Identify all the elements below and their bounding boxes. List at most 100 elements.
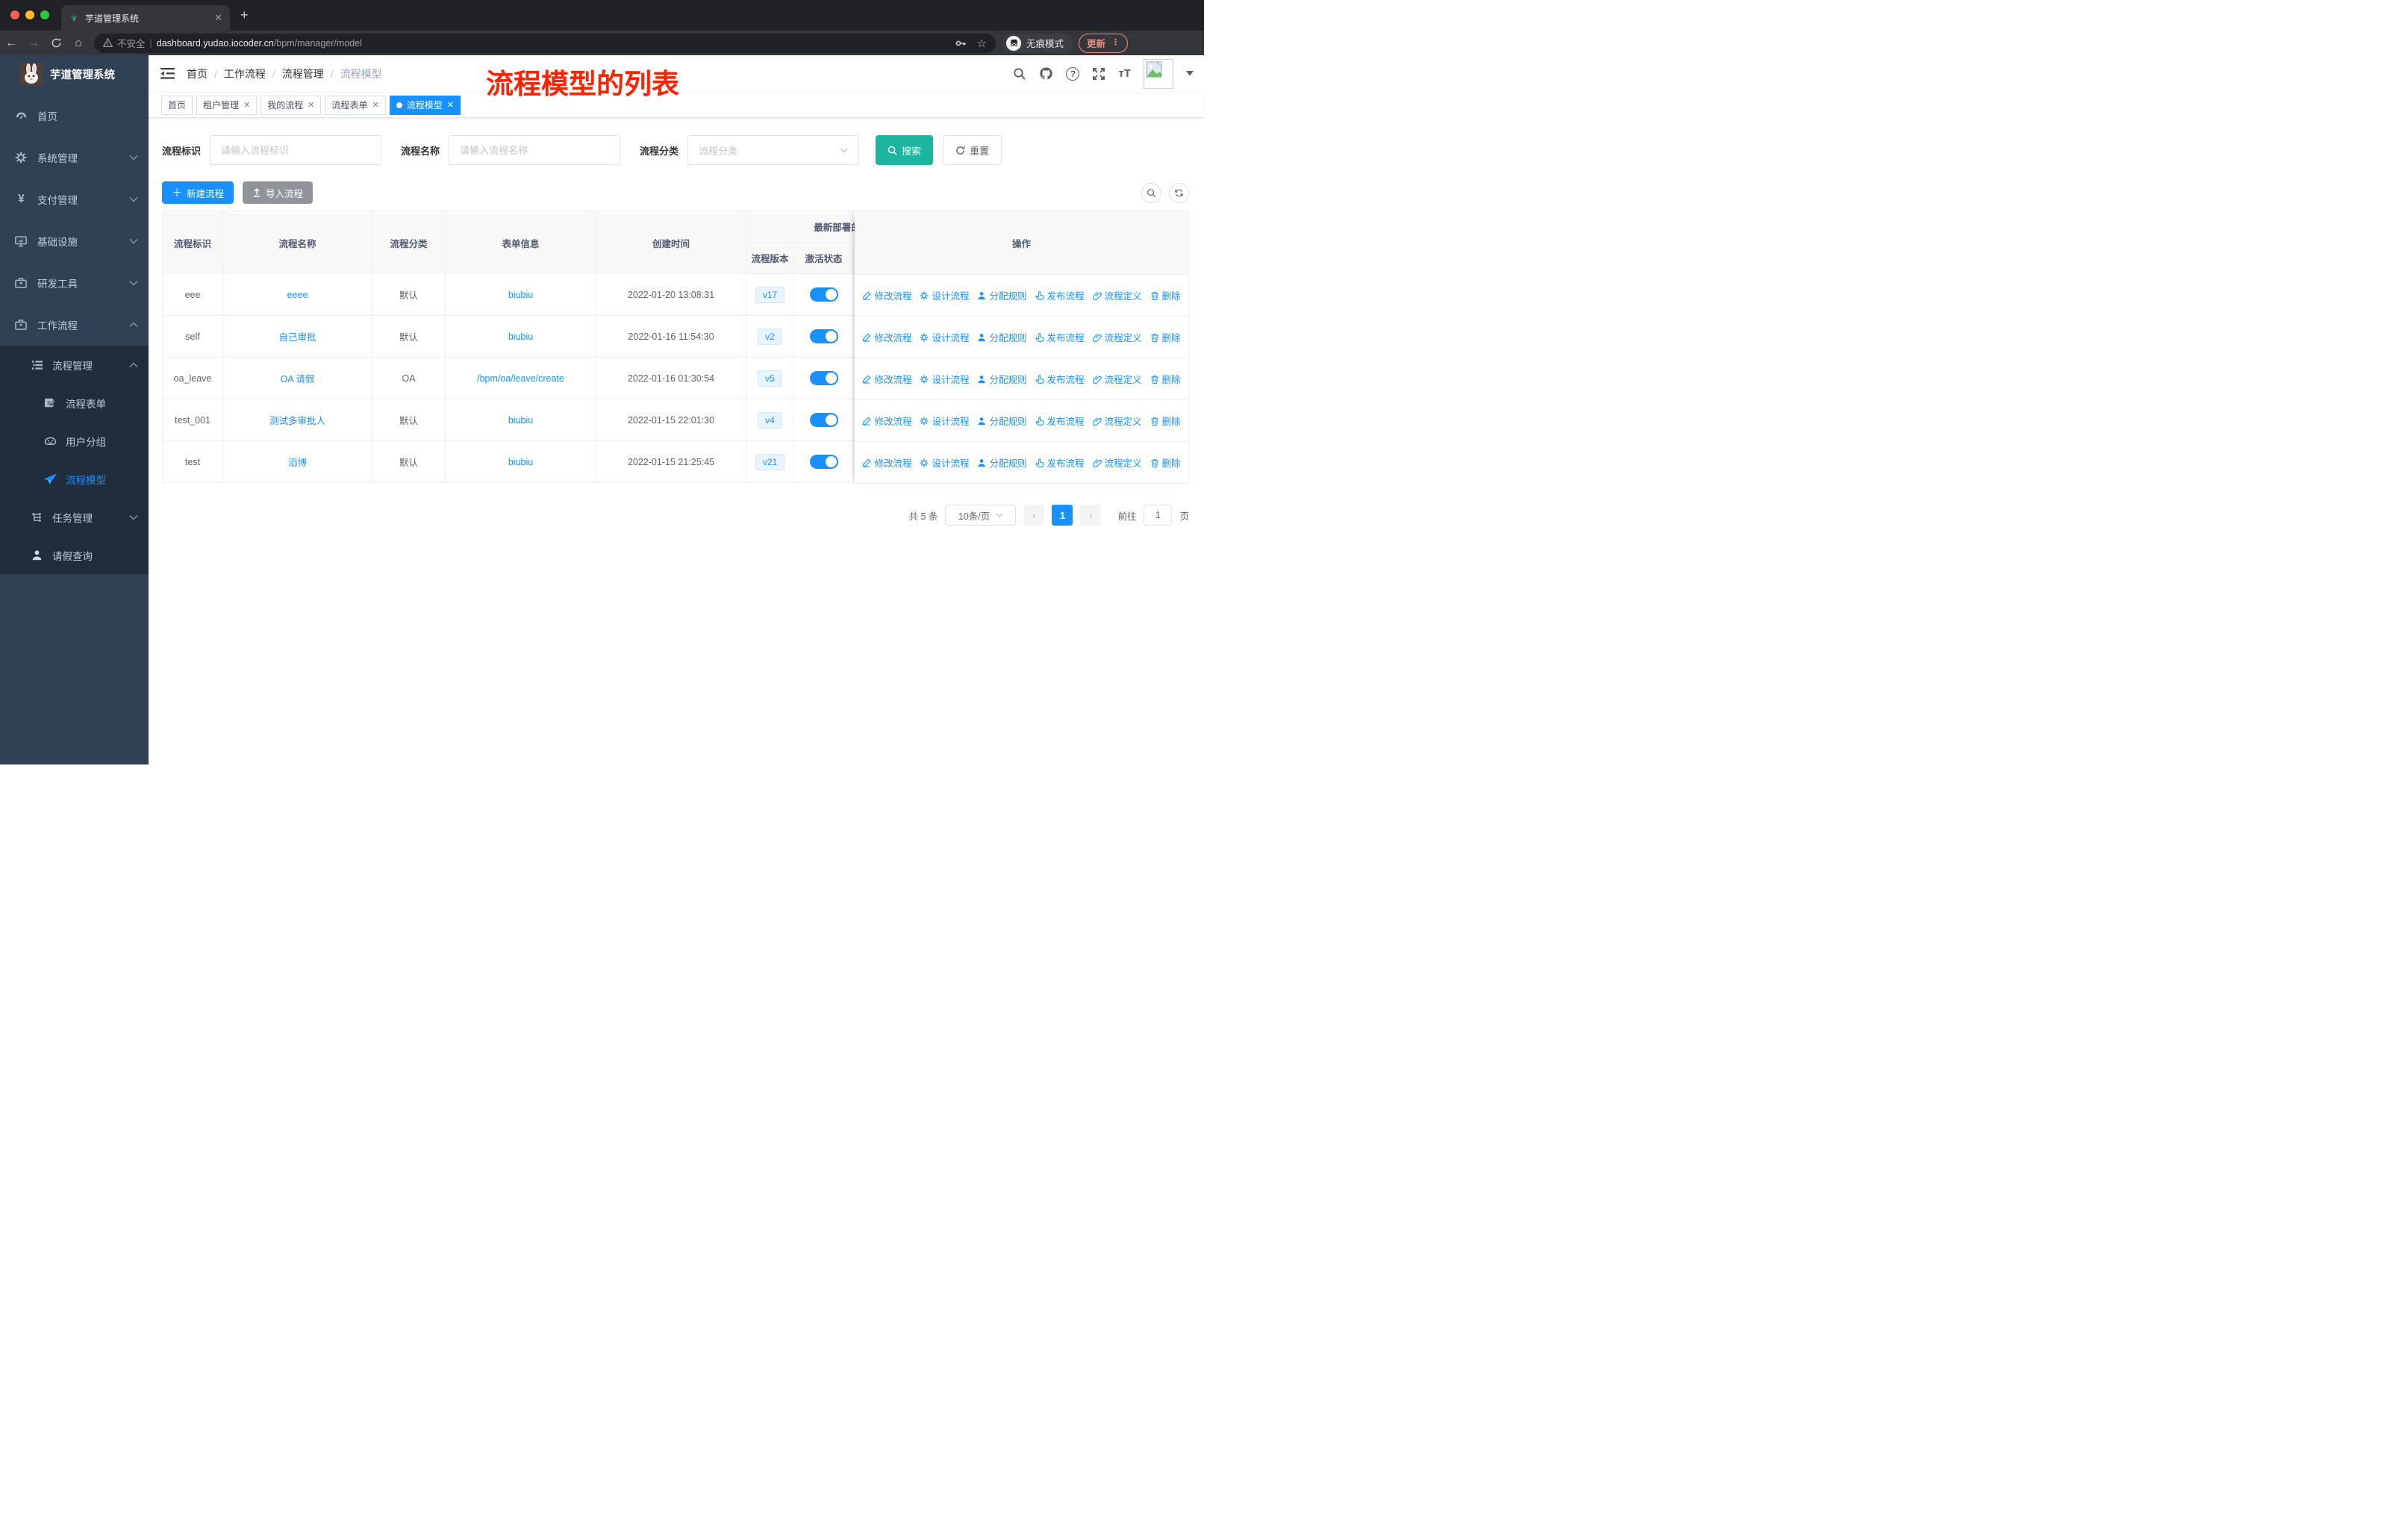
hamburger-icon[interactable] (160, 67, 175, 80)
active-status-toggle[interactable] (809, 413, 838, 427)
next-page-button[interactable]: › (1080, 505, 1102, 526)
action-分配规则[interactable]: 分配规则 (977, 330, 1027, 344)
sidebar-item-首页[interactable]: 首页 (0, 95, 149, 137)
action-发布流程[interactable]: 发布流程 (1035, 330, 1085, 344)
page-size-select[interactable]: 10条/页 (945, 505, 1017, 526)
action-流程定义[interactable]: 流程定义 (1092, 455, 1142, 470)
action-删除[interactable]: 删除 (1150, 414, 1181, 428)
action-分配规则[interactable]: 分配规则 (977, 414, 1027, 428)
sidebar-item-流程模型[interactable]: 流程模型 (0, 460, 149, 498)
new-tab-button[interactable]: + (240, 8, 249, 22)
reload-button[interactable] (45, 37, 67, 49)
sidebar-item-工作流程[interactable]: 工作流程 (0, 304, 149, 346)
sidebar-item-系统管理[interactable]: 系统管理 (0, 137, 149, 178)
tag-流程表单[interactable]: 流程表单 ✕ (325, 95, 386, 115)
sidebar-item-用户分组[interactable]: 用户分组 (0, 422, 149, 460)
action-流程定义[interactable]: 流程定义 (1092, 414, 1142, 428)
action-修改流程[interactable]: 修改流程 (862, 288, 911, 302)
sidebar-item-流程表单[interactable]: 流程表单 (0, 384, 149, 422)
action-修改流程[interactable]: 修改流程 (862, 455, 911, 470)
action-设计流程[interactable]: 设计流程 (920, 414, 969, 428)
action-设计流程[interactable]: 设计流程 (920, 455, 969, 470)
bookmark-star-icon[interactable]: ☆ (977, 37, 987, 50)
show-search-toggle-button[interactable] (1141, 182, 1161, 203)
active-status-toggle[interactable] (809, 287, 838, 302)
help-icon[interactable]: ? (1066, 66, 1080, 81)
search-icon[interactable] (1013, 67, 1026, 81)
action-删除[interactable]: 删除 (1150, 288, 1181, 302)
cell-form-link[interactable]: biubiu (508, 415, 533, 426)
tab-close-icon[interactable]: ✕ (214, 12, 222, 24)
cell-form-link[interactable]: /bpm/oa/leave/create (477, 373, 564, 384)
update-label[interactable]: 更新 (1087, 36, 1105, 50)
tag-close-icon[interactable]: ✕ (243, 100, 250, 110)
tag-close-icon[interactable]: ✕ (372, 100, 379, 110)
fullscreen-icon[interactable] (1092, 67, 1105, 81)
tag-我的流程[interactable]: 我的流程 ✕ (261, 95, 322, 115)
action-分配规则[interactable]: 分配规则 (977, 372, 1027, 386)
window-minimize-button[interactable] (25, 10, 34, 19)
reset-button[interactable]: 重置 (943, 135, 1002, 165)
back-button[interactable]: ← (0, 37, 22, 50)
address-bar[interactable]: 不安全 | dashboard.yudao.iocoder.cn/bpm/man… (94, 33, 996, 53)
caret-down-icon[interactable] (1186, 71, 1194, 76)
cell-process-name-link[interactable]: OA 请假 (281, 371, 315, 385)
window-close-button[interactable] (10, 10, 19, 19)
key-icon[interactable] (955, 37, 967, 49)
import-process-button[interactable]: 导入流程 (243, 181, 314, 204)
action-流程定义[interactable]: 流程定义 (1092, 288, 1142, 302)
filter-key-input[interactable] (210, 135, 382, 165)
action-删除[interactable]: 删除 (1150, 330, 1181, 344)
font-size-icon[interactable]: ᴛT (1118, 67, 1131, 80)
action-发布流程[interactable]: 发布流程 (1035, 372, 1085, 386)
user-avatar[interactable] (1144, 58, 1173, 89)
refresh-table-button[interactable] (1169, 182, 1189, 203)
cell-process-name-link[interactable]: 自己审批 (278, 329, 316, 343)
action-删除[interactable]: 删除 (1150, 372, 1181, 386)
cell-process-name-link[interactable]: 测试多审批人 (269, 413, 325, 427)
window-zoom-button[interactable] (40, 10, 49, 19)
cell-form-link[interactable]: biubiu (508, 290, 533, 300)
prev-page-button[interactable]: ‹ (1023, 505, 1045, 526)
github-icon[interactable] (1039, 66, 1053, 81)
browser-tab[interactable]: 芋道管理系统 ✕ (61, 5, 230, 31)
forward-button[interactable]: → (22, 37, 45, 50)
breadcrumb-item-流程管理[interactable]: 流程管理 (282, 66, 324, 81)
goto-page-input[interactable]: 1 (1144, 505, 1173, 526)
browser-menu-update[interactable]: 更新 ⋮ (1079, 33, 1129, 53)
cell-form-link[interactable]: biubiu (508, 457, 533, 467)
action-修改流程[interactable]: 修改流程 (862, 414, 911, 428)
action-发布流程[interactable]: 发布流程 (1035, 288, 1085, 302)
cell-process-name-link[interactable]: 滔博 (288, 455, 307, 469)
action-修改流程[interactable]: 修改流程 (862, 372, 911, 386)
action-设计流程[interactable]: 设计流程 (920, 372, 969, 386)
sidebar-item-基础设施[interactable]: 基础设施 (0, 220, 149, 262)
breadcrumb-item-工作流程[interactable]: 工作流程 (224, 66, 266, 81)
action-设计流程[interactable]: 设计流程 (920, 330, 969, 344)
tag-流程模型[interactable]: 流程模型 ✕ (389, 95, 461, 115)
action-发布流程[interactable]: 发布流程 (1035, 455, 1085, 470)
cell-form-link[interactable]: biubiu (508, 331, 533, 342)
active-status-toggle[interactable] (809, 455, 838, 469)
create-process-button[interactable]: ＋ 新建流程 (162, 181, 234, 204)
action-流程定义[interactable]: 流程定义 (1092, 330, 1142, 344)
sidebar-item-支付管理[interactable]: ¥ 支付管理 (0, 178, 149, 220)
home-button[interactable]: ⌂ (67, 37, 90, 50)
menu-dots-icon[interactable]: ⋮ (1111, 39, 1120, 47)
action-发布流程[interactable]: 发布流程 (1035, 414, 1085, 428)
sidebar-item-流程管理[interactable]: 流程管理 (0, 346, 149, 384)
tag-首页[interactable]: 首页 (161, 95, 193, 115)
search-button[interactable]: 搜索 (876, 135, 934, 165)
action-分配规则[interactable]: 分配规则 (977, 288, 1027, 302)
action-流程定义[interactable]: 流程定义 (1092, 372, 1142, 386)
action-分配规则[interactable]: 分配规则 (977, 455, 1027, 470)
breadcrumb-item-首页[interactable]: 首页 (187, 66, 208, 81)
action-设计流程[interactable]: 设计流程 (920, 288, 969, 302)
action-删除[interactable]: 删除 (1150, 455, 1181, 470)
filter-category-select[interactable]: 流程分类 (687, 135, 860, 165)
sidebar-item-任务管理[interactable]: 任务管理 (0, 498, 149, 536)
security-label[interactable]: 不安全 (117, 36, 146, 50)
tag-close-icon[interactable]: ✕ (308, 100, 314, 110)
cell-process-name-link[interactable]: eeee (287, 290, 308, 300)
sidebar-item-研发工具[interactable]: 研发工具 (0, 262, 149, 304)
